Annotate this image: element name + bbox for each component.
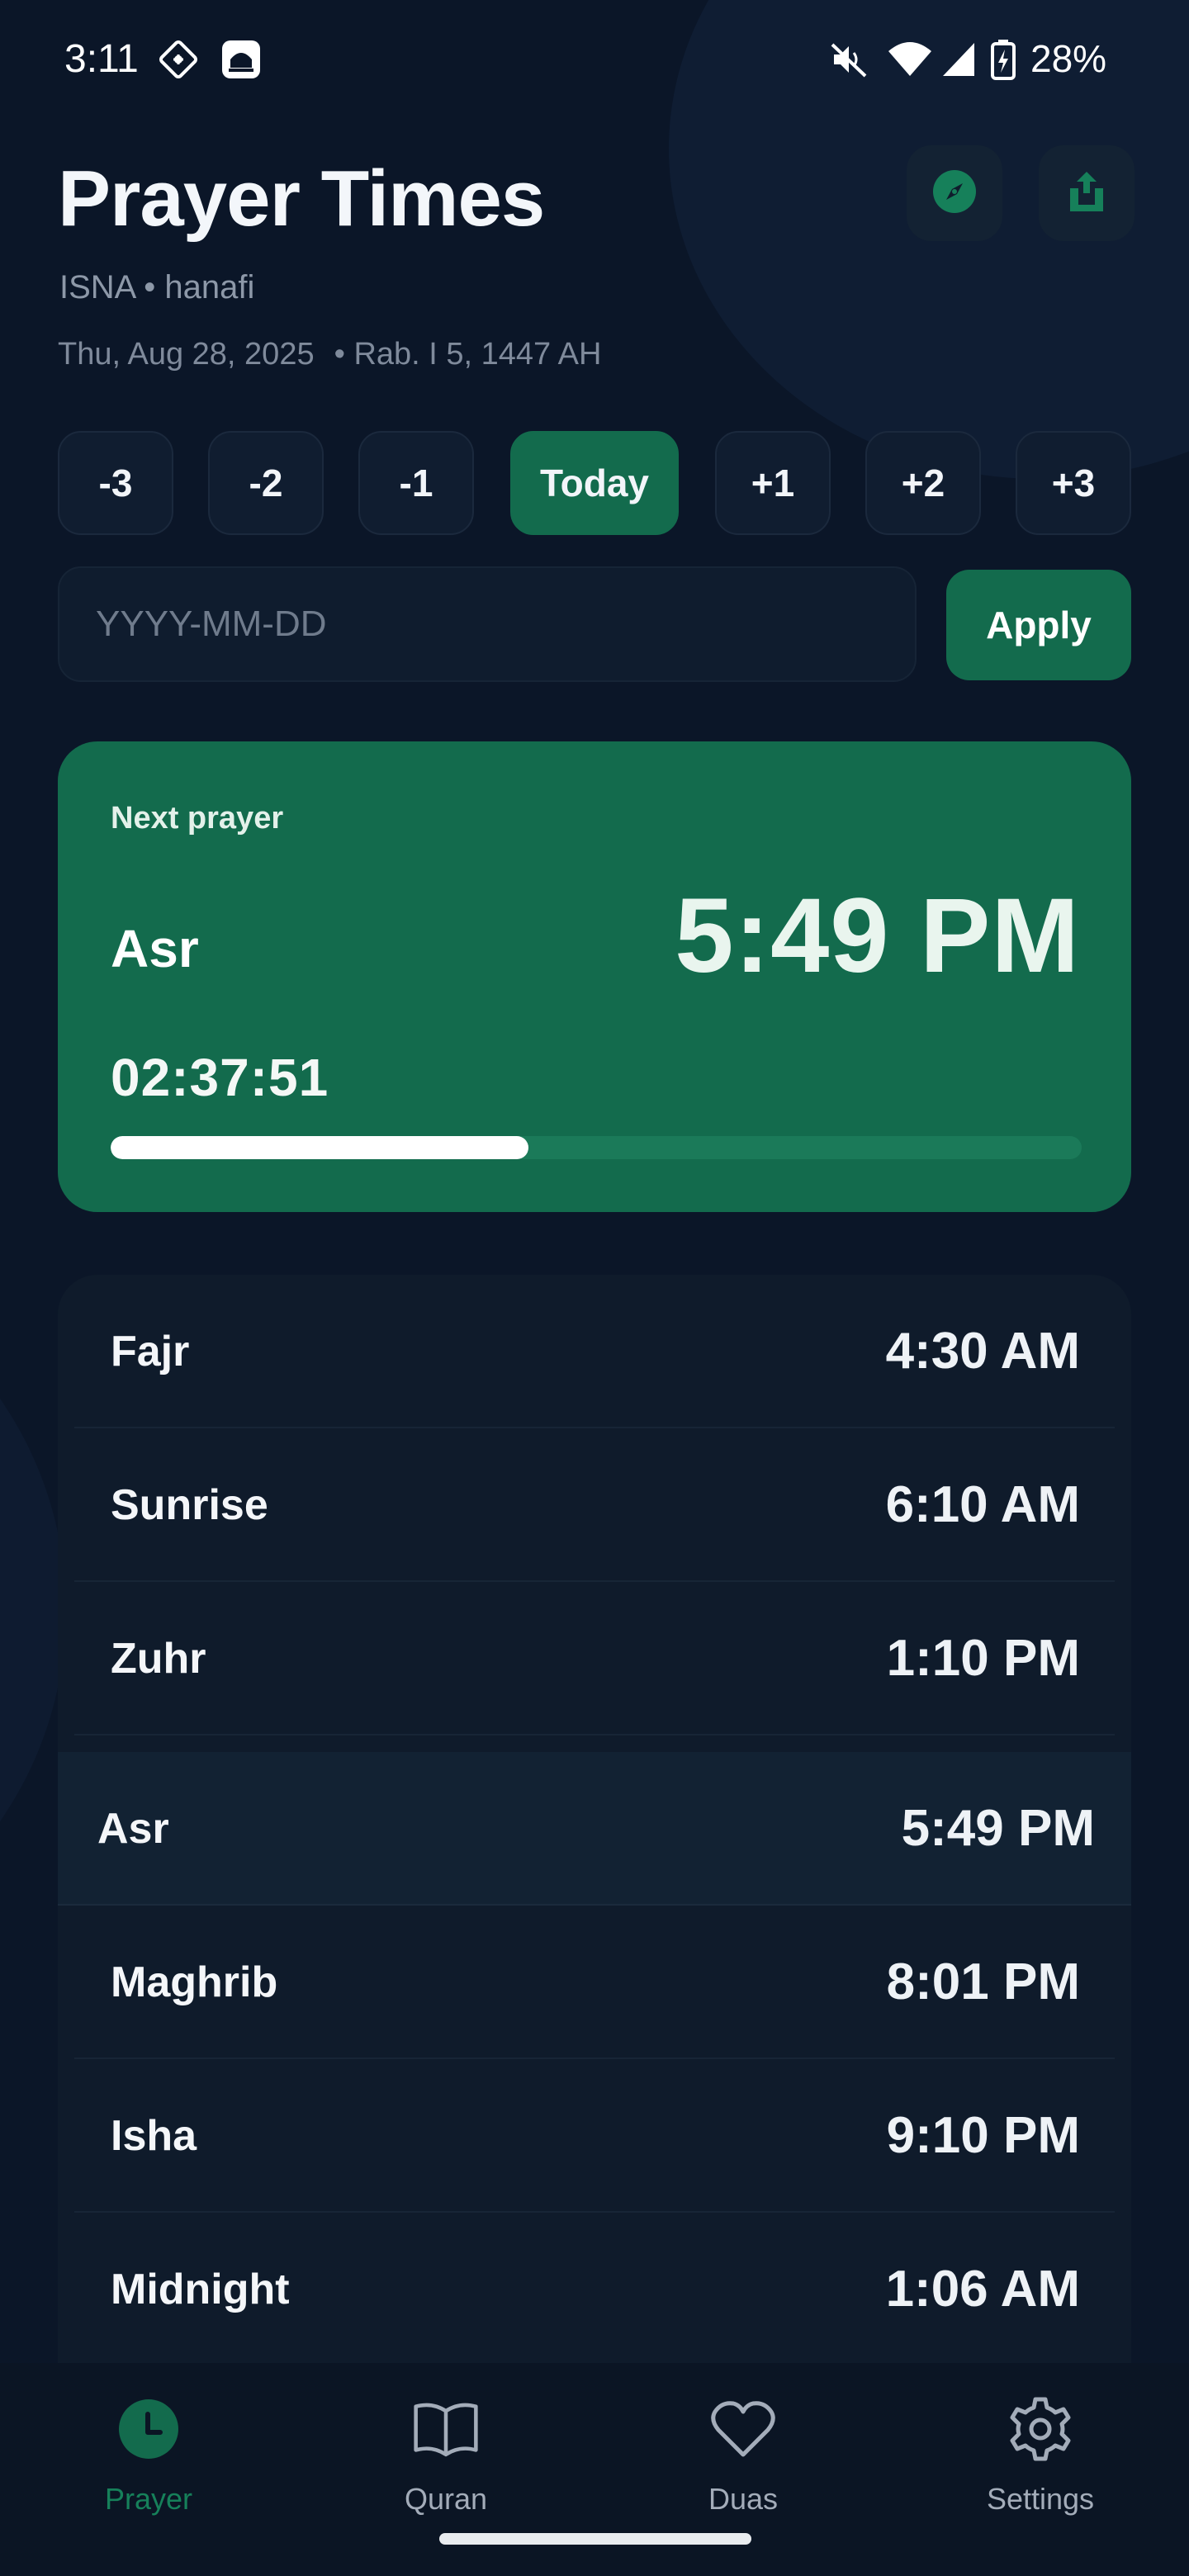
prayer-row-maghrib[interactable]: Maghrib 8:01 PM xyxy=(74,1906,1115,2059)
progress-bar xyxy=(111,1136,1082,1159)
status-time: 3:11 xyxy=(64,37,139,81)
share-icon xyxy=(1067,168,1106,219)
prayer-row-asr[interactable]: Asr 5:49 PM xyxy=(58,1752,1131,1906)
prayer-times-screen: 3:11 28% Prayer Times ISNA • hanafi Thu,… xyxy=(0,0,1189,2576)
gear-icon xyxy=(1007,2396,1073,2462)
clock-icon xyxy=(116,2396,182,2462)
mosque-app-icon xyxy=(220,38,263,85)
nav-label: Duas xyxy=(708,2482,779,2516)
day-chip-minus-2[interactable]: -2 xyxy=(208,431,324,535)
prayer-time: 4:30 AM xyxy=(885,1323,1080,1380)
day-chip-plus-3[interactable]: +3 xyxy=(1016,431,1131,535)
prayer-name: Sunrise xyxy=(111,1481,268,1529)
next-prayer-card: Next prayer Asr 5:49 PM 02:37:51 xyxy=(58,741,1131,1212)
progress-fill xyxy=(111,1136,528,1159)
qibla-compass-button[interactable] xyxy=(907,145,1002,241)
date-display: Thu, Aug 28, 2025 • Rab. I 5, 1447 AH xyxy=(58,337,601,372)
prayer-name: Maghrib xyxy=(111,1958,278,2006)
background-decoration xyxy=(0,1238,66,1982)
prayer-name: Isha xyxy=(111,2112,197,2160)
apply-button[interactable]: Apply xyxy=(946,570,1131,680)
wifi-icon xyxy=(887,38,933,85)
signal-icon xyxy=(941,38,978,85)
next-prayer-label: Next prayer xyxy=(111,801,284,836)
day-chip-plus-1[interactable]: +1 xyxy=(715,431,831,535)
nav-tab-prayer[interactable]: Prayer xyxy=(50,2396,248,2536)
prayer-name: Zuhr xyxy=(111,1635,206,1683)
method-label: ISNA xyxy=(59,269,135,305)
nav-tab-duas[interactable]: Duas xyxy=(644,2396,842,2536)
next-prayer-time: 5:49 PM xyxy=(675,877,1080,995)
nav-tab-settings[interactable]: Settings xyxy=(941,2396,1139,2536)
subtitle-separator: • xyxy=(135,269,165,305)
prayer-time: 8:01 PM xyxy=(886,1953,1080,2010)
page-title: Prayer Times xyxy=(58,154,545,243)
prayer-row-midnight[interactable]: Midnight 1:06 AM xyxy=(74,2213,1115,2366)
next-prayer-name: Asr xyxy=(111,919,199,978)
nav-label: Settings xyxy=(986,2482,1095,2516)
prayer-time: 5:49 PM xyxy=(901,1800,1095,1857)
share-button[interactable] xyxy=(1039,145,1135,241)
day-chip-minus-3[interactable]: -3 xyxy=(58,431,173,535)
heart-icon xyxy=(710,2396,776,2462)
nav-label: Prayer xyxy=(104,2482,193,2516)
home-indicator[interactable] xyxy=(439,2533,751,2545)
prayer-name: Fajr xyxy=(111,1328,190,1376)
prayer-time: 1:10 PM xyxy=(886,1630,1080,1687)
prayer-row-zuhr[interactable]: Zuhr 1:10 PM xyxy=(74,1582,1115,1735)
book-icon xyxy=(413,2396,479,2462)
nav-label: Quran xyxy=(404,2482,488,2516)
battery-percentage: 28% xyxy=(1030,37,1107,80)
gregorian-date: Thu, Aug 28, 2025 xyxy=(58,337,315,372)
prayer-row-fajr[interactable]: Fajr 4:30 AM xyxy=(74,1275,1115,1428)
compass-icon xyxy=(931,168,978,219)
battery-charging-icon xyxy=(989,38,1017,85)
prayer-name: Midnight xyxy=(111,2266,290,2313)
prayer-row-sunrise[interactable]: Sunrise 6:10 AM xyxy=(74,1428,1115,1582)
calculation-method: ISNA • hanafi xyxy=(59,269,254,306)
prayer-times-list: Fajr 4:30 AM Sunrise 6:10 AM Zuhr 1:10 P… xyxy=(58,1275,1131,2381)
prayer-name: Asr xyxy=(97,1805,169,1853)
prayer-time: 9:10 PM xyxy=(886,2107,1080,2164)
nav-tab-quran[interactable]: Quran xyxy=(347,2396,545,2536)
date-input[interactable] xyxy=(58,566,917,682)
mute-icon xyxy=(827,38,870,85)
day-chip-today[interactable]: Today xyxy=(510,431,679,535)
status-bar: 3:11 28% xyxy=(0,0,1189,116)
prayer-time: 6:10 AM xyxy=(885,1476,1080,1533)
prayer-row-isha[interactable]: Isha 9:10 PM xyxy=(74,2059,1115,2213)
countdown-timer: 02:37:51 xyxy=(111,1048,329,1107)
day-chip-minus-1[interactable]: -1 xyxy=(358,431,474,535)
madhab-label: hanafi xyxy=(164,269,255,305)
hijri-date: • Rab. I 5, 1447 AH xyxy=(334,337,602,372)
prayer-time: 1:06 AM xyxy=(885,2261,1080,2318)
screen-record-icon xyxy=(157,38,200,85)
day-chip-plus-2[interactable]: +2 xyxy=(865,431,981,535)
